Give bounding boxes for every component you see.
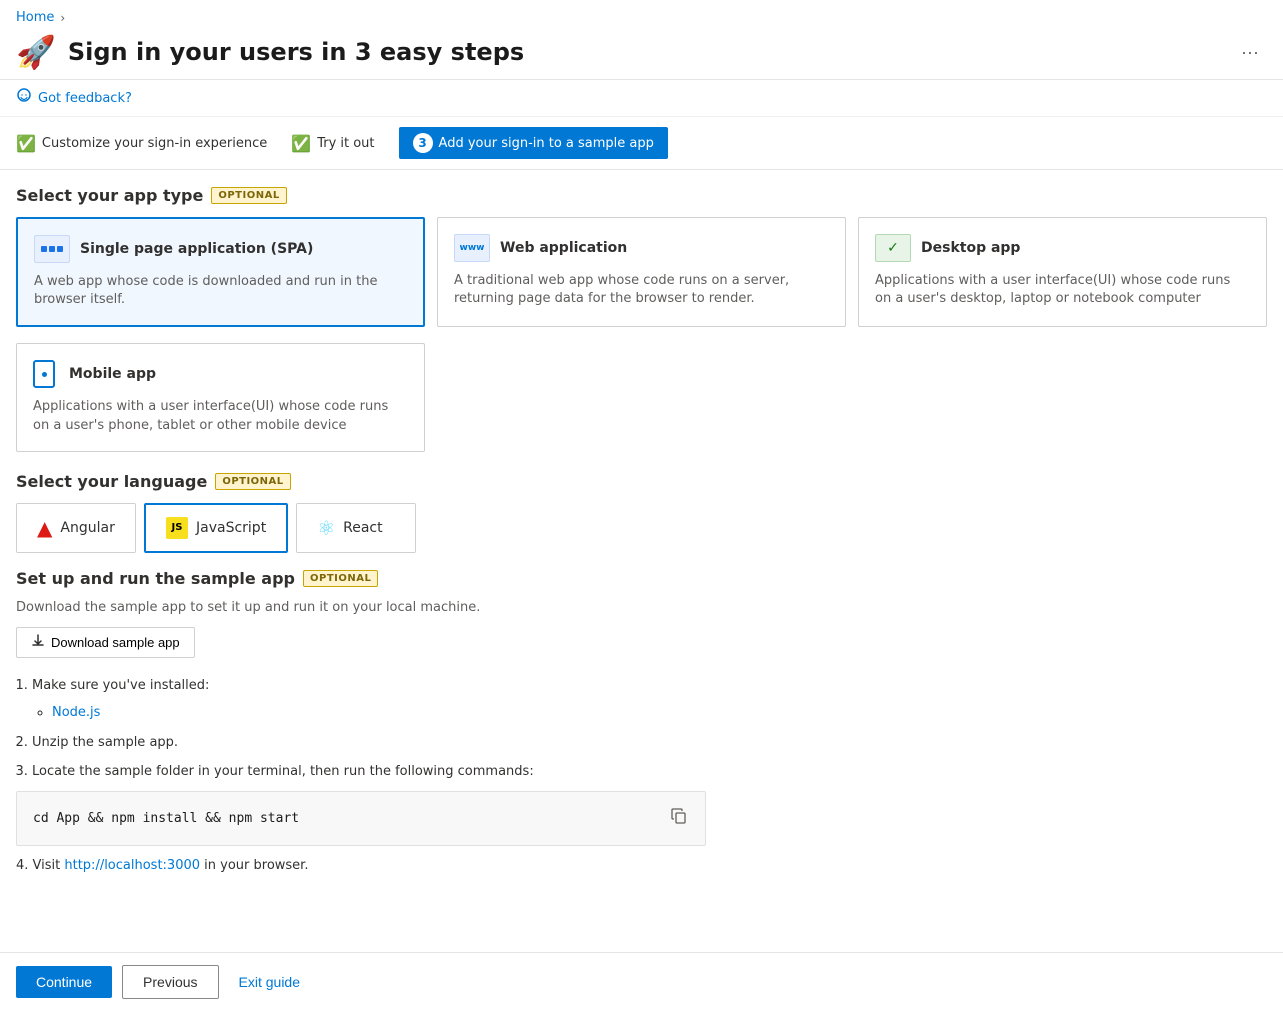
nodejs-link[interactable]: Node.js	[52, 705, 100, 720]
spa-card-title: Single page application (SPA)	[80, 241, 313, 257]
step1-label: Customize your sign-in experience	[42, 136, 267, 151]
continue-button[interactable]: Continue	[16, 966, 112, 998]
breadcrumb-home[interactable]: Home	[16, 10, 54, 25]
localhost-link[interactable]: http://localhost:3000	[64, 858, 200, 873]
app-type-optional-badge: OPTIONAL	[211, 187, 286, 204]
desktop-card-title: Desktop app	[921, 240, 1020, 256]
breadcrumb-separator: ›	[60, 11, 65, 25]
main-content: Select your app type OPTIONAL Single pag…	[0, 170, 1283, 964]
step-1: ✅ Customize your sign-in experience	[16, 134, 267, 153]
step3-label: Add your sign-in to a sample app	[439, 136, 654, 151]
setup-title-text: Set up and run the sample app	[16, 569, 295, 588]
lang-card-angular[interactable]: ▲ Angular	[16, 503, 136, 553]
mobile-card-desc: Applications with a user interface(UI) w…	[33, 398, 408, 434]
instruction-step-1: Make sure you've installed: Node.js	[32, 674, 1267, 725]
language-grid: ▲ Angular JS JavaScript ⚛ React	[16, 503, 1267, 553]
setup-section-title: Set up and run the sample app OPTIONAL	[16, 569, 1267, 588]
instructions: Make sure you've installed: Node.js Unzi…	[16, 674, 1267, 878]
language-title-text: Select your language	[16, 472, 207, 491]
angular-label: Angular	[60, 520, 114, 536]
web-card-header: www Web application	[454, 234, 829, 262]
step2-check: ✅	[291, 134, 311, 153]
page-title: Sign in your users in 3 easy steps	[68, 38, 1233, 66]
spa-icon	[34, 235, 70, 263]
mobile-app-row: Mobile app Applications with a user inte…	[16, 343, 1267, 451]
desktop-card-desc: Applications with a user interface(UI) w…	[875, 272, 1250, 308]
mobile-card-header: Mobile app	[33, 360, 408, 388]
download-button-label: Download sample app	[51, 635, 180, 650]
setup-optional-badge: OPTIONAL	[303, 570, 378, 587]
spa-card-header: Single page application (SPA)	[34, 235, 407, 263]
copy-command-button[interactable]	[669, 806, 689, 831]
web-card-desc: A traditional web app whose code runs on…	[454, 272, 829, 308]
mobile-card-title: Mobile app	[69, 366, 156, 382]
app-card-mobile[interactable]: Mobile app Applications with a user inte…	[16, 343, 425, 451]
language-optional-badge: OPTIONAL	[215, 473, 290, 490]
js-icon: JS	[166, 517, 188, 539]
step-2: ✅ Try it out	[291, 134, 374, 153]
desktop-card-header: ✓ Desktop app	[875, 234, 1250, 262]
language-section-title: Select your language OPTIONAL	[16, 472, 1267, 491]
mobile-placeholder-2	[437, 343, 846, 451]
spa-card-desc: A web app whose code is downloaded and r…	[34, 273, 407, 309]
more-options-button[interactable]: ···	[1233, 38, 1267, 67]
app-type-title-text: Select your app type	[16, 186, 203, 205]
desktop-icon: ✓	[875, 234, 911, 262]
feedback-icon	[16, 88, 32, 108]
mobile-icon	[33, 360, 55, 388]
page-header: 🚀 Sign in your users in 3 easy steps ···	[0, 29, 1283, 80]
app-card-spa[interactable]: Single page application (SPA) A web app …	[16, 217, 425, 327]
app-type-grid: Single page application (SPA) A web app …	[16, 217, 1267, 327]
app-card-web[interactable]: www Web application A traditional web ap…	[437, 217, 846, 327]
web-card-title: Web application	[500, 240, 627, 256]
step3-number: 3	[413, 133, 433, 153]
feedback-bar[interactable]: Got feedback?	[0, 80, 1283, 117]
lang-card-javascript[interactable]: JS JavaScript	[144, 503, 288, 553]
feedback-label: Got feedback?	[38, 91, 132, 106]
step4-suffix: in your browser.	[200, 858, 308, 873]
step2-label: Try it out	[317, 136, 374, 151]
instruction-step-3: Locate the sample folder in your termina…	[32, 760, 1267, 783]
mobile-placeholder-3	[858, 343, 1267, 451]
react-icon: ⚛	[317, 516, 335, 540]
react-label: React	[343, 520, 382, 536]
instruction-step-2: Unzip the sample app.	[32, 731, 1267, 754]
rocket-icon: 🚀	[16, 33, 56, 71]
exit-guide-button[interactable]: Exit guide	[229, 966, 310, 998]
step1-text: Make sure you've installed:	[32, 678, 209, 693]
language-section: Select your language OPTIONAL ▲ Angular …	[16, 472, 1267, 553]
step4-prefix: 4. Visit	[16, 858, 64, 873]
lang-card-react[interactable]: ⚛ React	[296, 503, 416, 553]
app-type-section-title: Select your app type OPTIONAL	[16, 186, 1267, 205]
step1-check: ✅	[16, 134, 36, 153]
download-sample-app-button[interactable]: Download sample app	[16, 627, 195, 658]
steps-bar: ✅ Customize your sign-in experience ✅ Tr…	[0, 117, 1283, 170]
setup-description: Download the sample app to set it up and…	[16, 600, 1267, 615]
web-icon: www	[454, 234, 490, 262]
step-3: 3 Add your sign-in to a sample app	[399, 127, 668, 159]
command-text: cd App && npm install && npm start	[33, 807, 299, 830]
command-block: cd App && npm install && npm start	[16, 791, 706, 846]
app-card-desktop[interactable]: ✓ Desktop app Applications with a user i…	[858, 217, 1267, 327]
footer-bar: Continue Previous Exit guide	[0, 952, 1283, 1011]
step4-text: 4. Visit http://localhost:3000 in your b…	[16, 854, 1267, 877]
setup-section: Set up and run the sample app OPTIONAL D…	[16, 569, 1267, 878]
download-icon	[31, 634, 45, 651]
breadcrumb: Home ›	[0, 0, 1283, 29]
previous-button[interactable]: Previous	[122, 965, 218, 999]
javascript-label: JavaScript	[196, 520, 266, 536]
angular-icon: ▲	[37, 516, 52, 540]
